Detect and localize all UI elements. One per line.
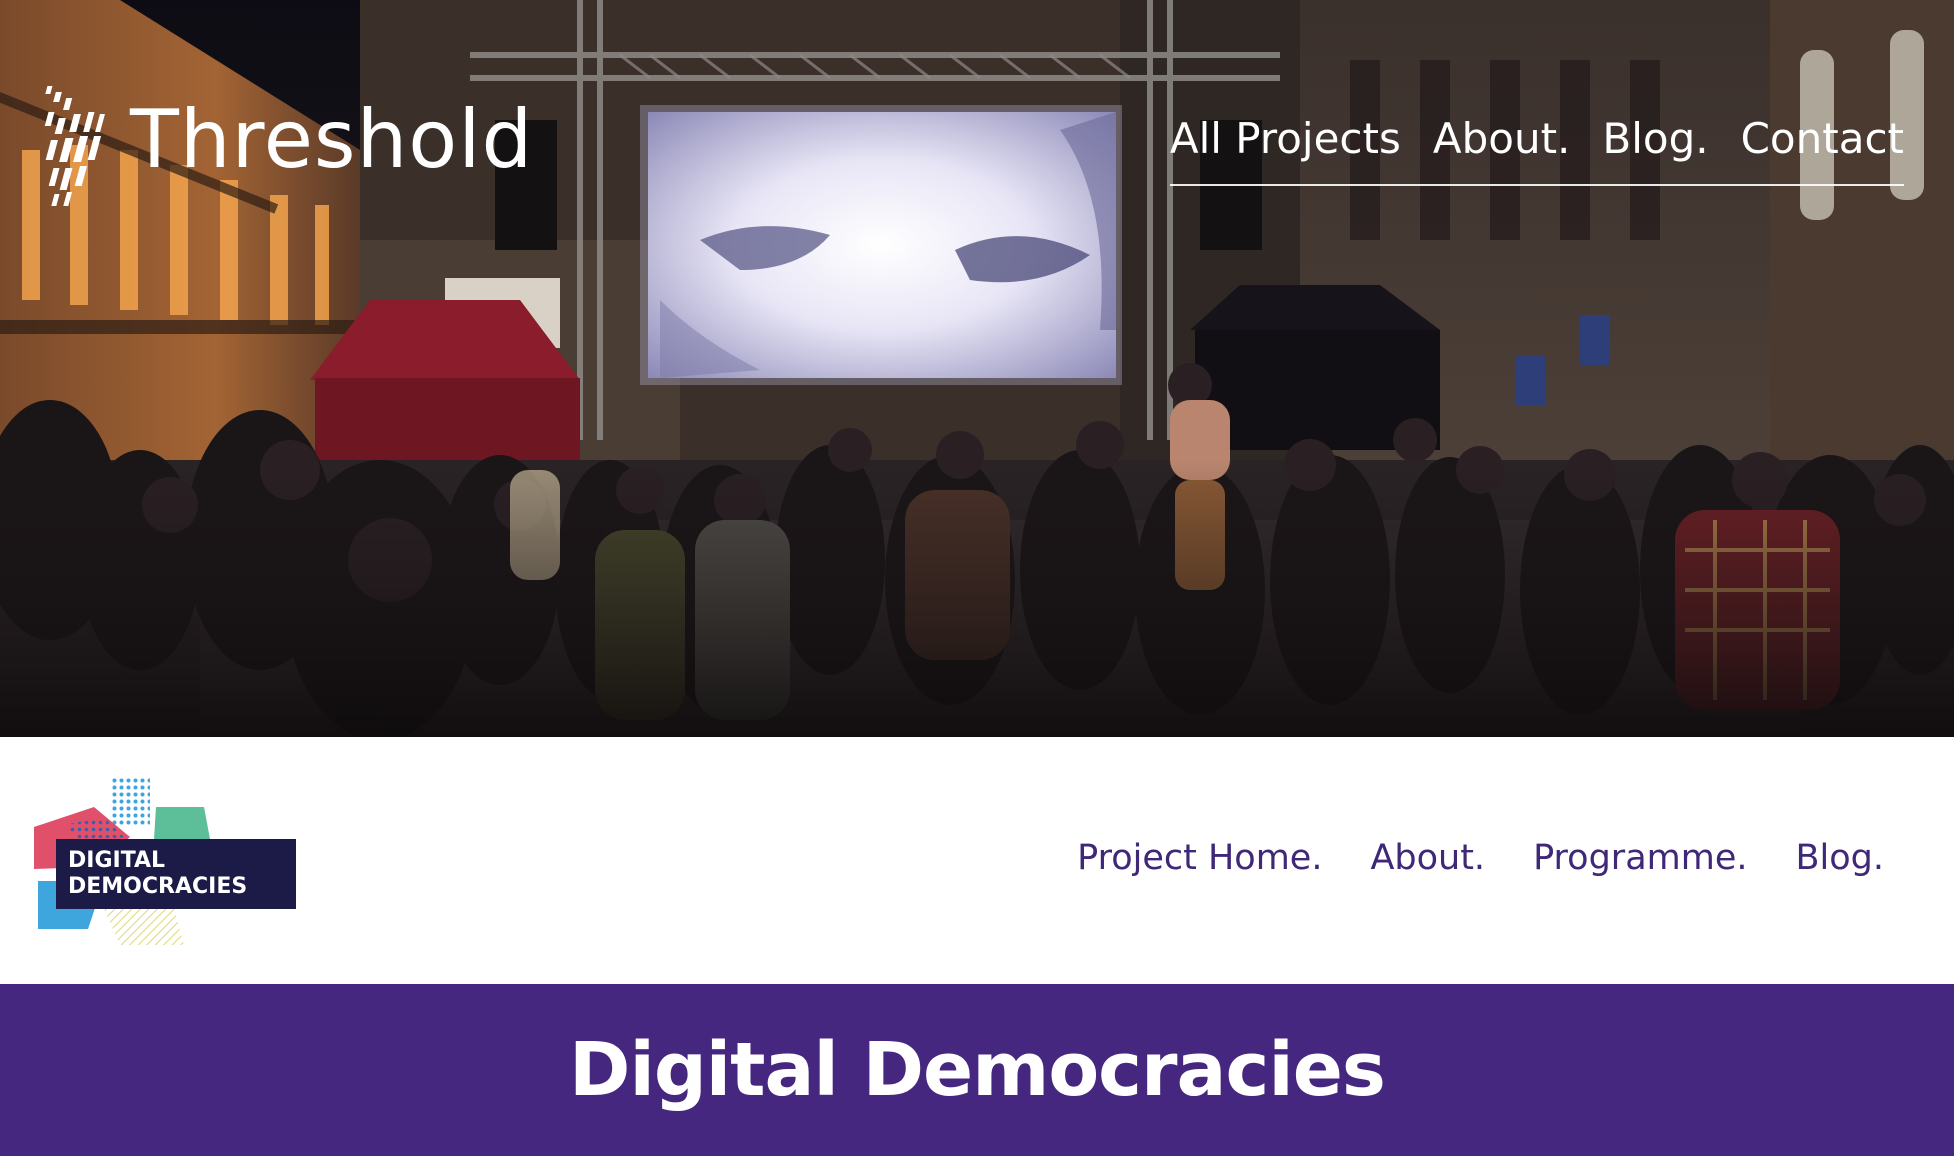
nav-all-projects[interactable]: All Projects <box>1170 118 1401 160</box>
main-nav: All Projects About. Blog. Contact <box>1169 118 1904 186</box>
threshold-mark-icon <box>44 86 105 206</box>
threshold-logo[interactable]: Threshold <box>42 84 532 214</box>
nav-about[interactable]: About. <box>1433 118 1571 160</box>
nav-project-about[interactable]: About. <box>1370 841 1485 876</box>
dd-logo-line2: DEMOCRACIES <box>68 874 247 899</box>
nav-programme[interactable]: Programme. <box>1533 841 1747 876</box>
project-header: DIGITAL DEMOCRACIES Project Home. About.… <box>0 737 1954 984</box>
project-nav: Project Home. About. Programme. Blog. <box>1077 841 1884 876</box>
nav-project-home[interactable]: Project Home. <box>1077 841 1322 876</box>
nav-project-blog[interactable]: Blog. <box>1796 841 1885 876</box>
nav-blog[interactable]: Blog. <box>1602 118 1708 160</box>
digital-democracies-logo[interactable]: DIGITAL DEMOCRACIES <box>34 777 296 945</box>
page-title: Digital Democracies <box>569 1027 1386 1113</box>
site-name: Threshold <box>130 93 534 186</box>
hero-banner: Threshold All Projects About. Blog. Cont… <box>0 0 1954 737</box>
nav-contact[interactable]: Contact <box>1741 118 1904 160</box>
title-band: Digital Democracies <box>0 984 1954 1156</box>
dd-logo-line1: DIGITAL <box>68 848 165 873</box>
